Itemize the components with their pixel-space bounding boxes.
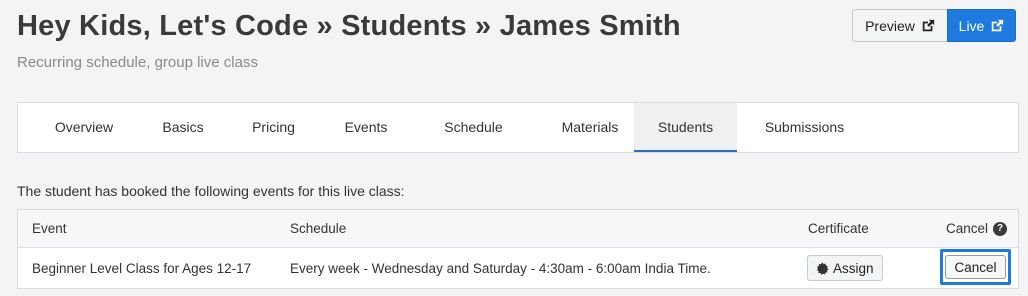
assign-label: Assign — [833, 260, 874, 276]
tab-bar: Overview Basics Pricing Events Schedule … — [17, 102, 1019, 153]
header-cancel-label: Cancel — [946, 221, 989, 236]
row-event: Beginner Level Class for Ages 12-17 — [32, 260, 252, 276]
tab-basics[interactable]: Basics — [150, 103, 216, 152]
tab-materials[interactable]: Materials — [546, 103, 634, 152]
preview-button[interactable]: Preview — [852, 9, 947, 42]
tab-overview[interactable]: Overview — [18, 103, 150, 152]
tab-submissions[interactable]: Submissions — [737, 103, 872, 152]
header-cancel: Cancel ? — [946, 210, 1008, 247]
table-row: Beginner Level Class for Ages 12-17 Ever… — [18, 248, 1018, 288]
assign-button[interactable]: Assign — [807, 255, 883, 281]
page-title: Hey Kids, Let's Code » Students » James … — [17, 10, 681, 42]
row-certificate: Assign — [807, 248, 883, 288]
preview-label: Preview — [865, 17, 915, 34]
header-event: Event — [32, 221, 67, 236]
tab-students[interactable]: Students — [634, 103, 737, 152]
live-button[interactable]: Live — [947, 9, 1016, 42]
tab-events[interactable]: Events — [331, 103, 401, 152]
view-buttons: Preview Live — [852, 9, 1016, 42]
cancel-button[interactable]: Cancel — [945, 255, 1006, 279]
external-link-icon — [992, 19, 1004, 31]
intro-text: The student has booked the following eve… — [17, 183, 405, 199]
external-link-icon — [922, 19, 935, 31]
tab-schedule[interactable]: Schedule — [401, 103, 546, 152]
live-label: Live — [958, 17, 985, 34]
row-schedule: Every week - Wednesday and Saturday - 4:… — [290, 260, 711, 276]
events-table: Event Schedule Certificate Cancel ? Begi… — [17, 209, 1019, 289]
page-subtitle: Recurring schedule, group live class — [17, 54, 258, 71]
cancel-focus-ring: Cancel — [940, 249, 1011, 285]
table-header-row: Event Schedule Certificate Cancel ? — [18, 210, 1018, 248]
question-circle-icon[interactable]: ? — [993, 221, 1008, 236]
header-schedule: Schedule — [290, 221, 347, 236]
certificate-badge-icon — [816, 261, 829, 275]
tab-pricing[interactable]: Pricing — [216, 103, 331, 152]
header-certificate: Certificate — [808, 221, 869, 236]
